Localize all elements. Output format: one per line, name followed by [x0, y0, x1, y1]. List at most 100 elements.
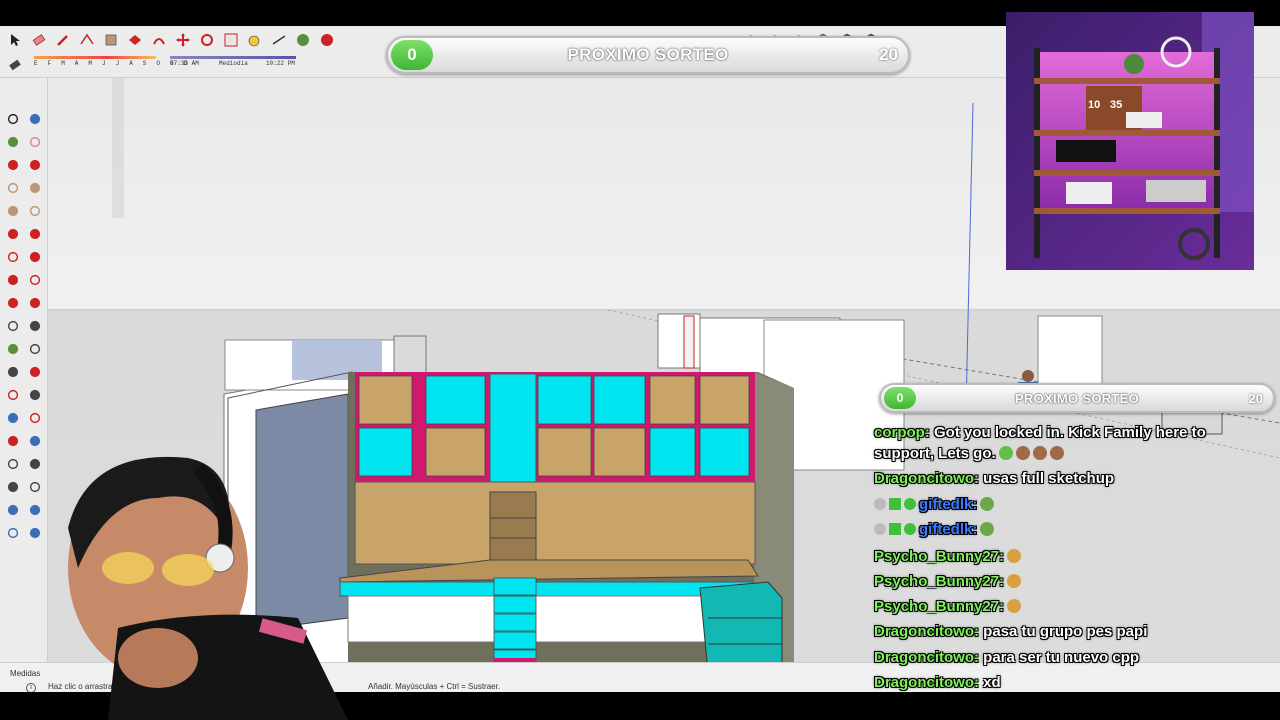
eraser-tool-button[interactable]	[24, 131, 46, 153]
text-tool-button[interactable]	[24, 315, 46, 337]
zoom-tool-button[interactable]	[2, 407, 24, 429]
select-tool-button[interactable]	[4, 29, 26, 51]
paint-bucket-button[interactable]	[292, 29, 314, 51]
arc-tool-button[interactable]	[24, 154, 46, 176]
raffle-label: PROXIMO SORTEO	[1014, 390, 1140, 406]
time-slider-track[interactable]	[170, 56, 296, 59]
tape-tool-button[interactable]	[2, 315, 24, 337]
look-tool-button[interactable]	[24, 453, 46, 475]
drape-tool-button[interactable]	[24, 522, 46, 544]
cabinet-door	[593, 427, 646, 477]
rotated-rect-tool-button[interactable]	[24, 177, 46, 199]
smoove-tool-button[interactable]	[24, 499, 46, 521]
push-pull-tool-button[interactable]	[124, 29, 146, 51]
date-slider-track[interactable]	[34, 56, 156, 59]
offset-tool-button[interactable]	[2, 246, 24, 268]
console-device	[1056, 140, 1116, 162]
time-start-label: 07:33 AM	[170, 60, 199, 67]
clock-hour: 10	[1088, 99, 1100, 111]
zoom-extents-tool-button[interactable]	[2, 430, 24, 452]
stamp-tool-button[interactable]	[2, 522, 24, 544]
position-camera-tool-button[interactable]	[2, 476, 24, 498]
eraser-icon	[29, 136, 41, 148]
orbit-tool-button[interactable]	[2, 384, 24, 406]
eraser-tool-button-2[interactable]	[4, 54, 26, 76]
line-tool-button[interactable]	[2, 154, 24, 176]
rotated-rect-icon	[29, 182, 41, 194]
rectangle-tool-button[interactable]	[100, 29, 122, 51]
monkey-emoji-icon	[1049, 446, 1064, 460]
right-drawer-unit	[699, 581, 783, 662]
plant	[1124, 54, 1144, 74]
rotate-tool-button[interactable]	[196, 29, 218, 51]
cabinet-door	[593, 375, 646, 425]
push-pull-icon	[29, 274, 41, 286]
chat-username: Dragoncitowo:	[874, 674, 979, 691]
chat-text: usas full sketchup	[983, 470, 1115, 487]
polygon-tool-button[interactable]	[24, 200, 46, 222]
pepe-emoji-icon	[980, 522, 995, 536]
cabinet-door	[537, 375, 592, 425]
scale-tool-button[interactable]	[220, 29, 242, 51]
tape-measure-icon	[248, 35, 260, 47]
sandbox-tool-button[interactable]	[2, 499, 24, 521]
tape-measure-button[interactable]	[244, 29, 266, 51]
pepe-emoji-icon	[980, 497, 995, 511]
paint-tool-button[interactable]	[2, 131, 24, 153]
streamer-webcam	[48, 448, 368, 720]
raffle-label: PROXIMO SORTEO	[567, 45, 729, 64]
pan-tool-button[interactable]	[24, 384, 46, 406]
freehand-tool-button[interactable]	[2, 223, 24, 245]
pie-tool-button[interactable]	[24, 223, 46, 245]
scale-icon	[224, 33, 238, 47]
section-icon	[29, 366, 41, 378]
dimension-tool-button[interactable]	[268, 29, 290, 51]
rotate-icon	[7, 297, 19, 309]
clock-minute: 35	[1110, 99, 1122, 111]
rectangle-tool-button[interactable]	[2, 177, 24, 199]
shadow-timeline[interactable]: E F M A M J J A S O N D 07:33 AM Mediodí…	[34, 56, 296, 76]
eraser-tool-button[interactable]	[28, 29, 50, 51]
time-end-label: 10:22 PM	[266, 60, 295, 67]
desk-drawer-row	[339, 581, 753, 597]
chat-message: Psycho_Bunny27:	[874, 548, 1022, 565]
section-tool-button[interactable]	[24, 361, 46, 383]
follow-me-tool-button[interactable]	[148, 29, 170, 51]
line-icon	[7, 159, 19, 171]
shape-tool-button[interactable]	[76, 29, 98, 51]
axes-tool-button[interactable]	[24, 338, 46, 360]
protractor-tool-button[interactable]	[2, 338, 24, 360]
drawer	[493, 577, 537, 596]
move-tool-button[interactable]	[172, 29, 194, 51]
sandbox-icon	[7, 504, 19, 516]
info-icon[interactable]: i	[26, 683, 36, 692]
dimension-tool-button[interactable]	[2, 361, 24, 383]
component-tool-button[interactable]	[24, 108, 46, 130]
pencil-tool-button[interactable]	[52, 29, 74, 51]
chat-text: pasa tu grupo pes papi	[983, 623, 1148, 640]
toolbar-row-2	[4, 53, 26, 77]
move-tool-button[interactable]	[2, 269, 24, 291]
alien-emoji-icon	[998, 446, 1013, 460]
walk-tool-button[interactable]	[2, 453, 24, 475]
chat-message: giftedlk:	[874, 496, 995, 513]
select-tool-button[interactable]	[2, 108, 24, 130]
rotate-tool-button[interactable]	[2, 292, 24, 314]
eraser-icon	[32, 34, 46, 46]
status-hint-right: Añadir. Mayúsculas + Ctrl = Sustraer.	[368, 682, 501, 691]
circle-tool-button[interactable]	[2, 200, 24, 222]
position-camera-icon	[7, 481, 19, 493]
push-pull-tool-button[interactable]	[24, 269, 46, 291]
scale-tool-button[interactable]	[24, 292, 46, 314]
section-plane-tool-button[interactable]	[24, 476, 46, 498]
zoom-window-tool-button[interactable]	[24, 407, 46, 429]
shelf-board	[1034, 170, 1220, 176]
wood-backpanel	[354, 481, 756, 565]
game-console	[1126, 112, 1162, 128]
components-button[interactable]	[316, 29, 338, 51]
follow-tool-button[interactable]	[24, 246, 46, 268]
previous-tool-button[interactable]	[24, 430, 46, 452]
pan-icon	[29, 389, 41, 401]
chat-message: Dragoncitowo: xd	[874, 674, 1001, 691]
drape-icon	[29, 527, 41, 539]
